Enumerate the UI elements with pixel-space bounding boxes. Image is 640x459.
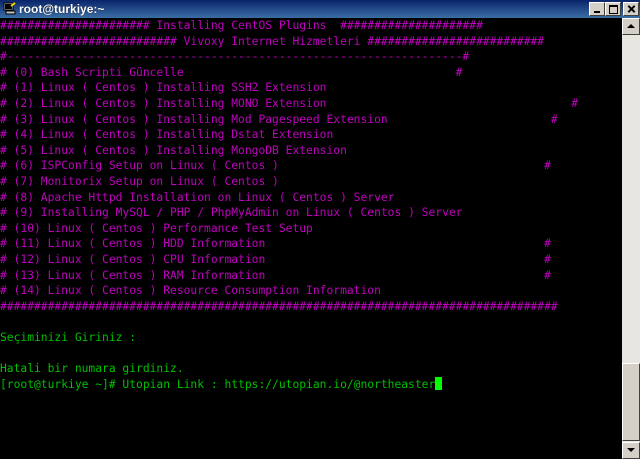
command-prompt-text: [root@turkiye ~]# Utopian Link : https:/… — [0, 377, 436, 391]
close-button[interactable] — [623, 2, 639, 16]
terminal-line: ########################################… — [0, 299, 558, 313]
maximize-button[interactable] — [605, 2, 621, 16]
terminal-line: # (7) Monitorix Setup on Linux ( Centos … — [0, 174, 279, 188]
terminal-line: # (9) Installing MySQL / PHP / PhpMyAdmi… — [0, 206, 463, 220]
terminal-line: # (10) Linux ( Centos ) Performance Test… — [0, 221, 313, 235]
terminal-line: ########################## Vivoxy Intern… — [0, 34, 545, 48]
minimize-button[interactable] — [589, 2, 605, 16]
terminal-line: # (11) Linux ( Centos ) HDD Information … — [0, 237, 551, 251]
terminal-line: #---------------------------------------… — [0, 50, 470, 64]
terminal-line: Hatali bir numara girdiniz. — [0, 362, 184, 376]
terminal-line: # (6) ISPConfig Setup on Linux ( Centos … — [0, 159, 551, 173]
scrollbar-thumb[interactable] — [622, 363, 640, 441]
terminal-line: # (8) Apache Httpd Installation on Linux… — [0, 190, 395, 204]
terminal-line: Seçiminizi Giriniz : — [0, 330, 137, 344]
terminal-line: # (0) Bash Scripti Güncelle # — [0, 65, 463, 79]
putty-app-icon[interactable] — [3, 2, 16, 15]
title-bar[interactable]: root@turkiye:~ — [0, 0, 640, 18]
text-cursor — [435, 376, 443, 390]
terminal-line: # (2) Linux ( Centos ) Installing MONO E… — [0, 96, 579, 110]
terminal-line: # (3) Linux ( Centos ) Installing Mod Pa… — [0, 112, 558, 126]
command-prompt-line[interactable]: [root@turkiye ~]# Utopian Link : https:/… — [0, 376, 622, 393]
terminal-output[interactable]: ###################### Installing CentOS… — [0, 18, 622, 459]
terminal-line: # (14) Linux ( Centos ) Resource Consump… — [0, 284, 381, 298]
scroll-up-arrow-icon[interactable] — [622, 18, 640, 35]
terminal-line: # (1) Linux ( Centos ) Installing SSH2 E… — [0, 81, 327, 95]
terminal-line: # (12) Linux ( Centos ) CPU Information … — [0, 252, 551, 266]
vertical-scrollbar[interactable] — [622, 18, 640, 459]
scroll-down-arrow-icon[interactable] — [622, 442, 640, 459]
window-title: root@turkiye:~ — [19, 2, 105, 16]
terminal-window: root@turkiye:~ ###################### In… — [0, 0, 640, 459]
terminal-line: # (13) Linux ( Centos ) RAM Information … — [0, 268, 551, 282]
terminal-line: ###################### Installing CentOS… — [0, 19, 483, 32]
terminal-line: # (5) Linux ( Centos ) Installing MongoD… — [0, 143, 347, 157]
terminal-line: # (4) Linux ( Centos ) Installing Dstat … — [0, 128, 334, 142]
